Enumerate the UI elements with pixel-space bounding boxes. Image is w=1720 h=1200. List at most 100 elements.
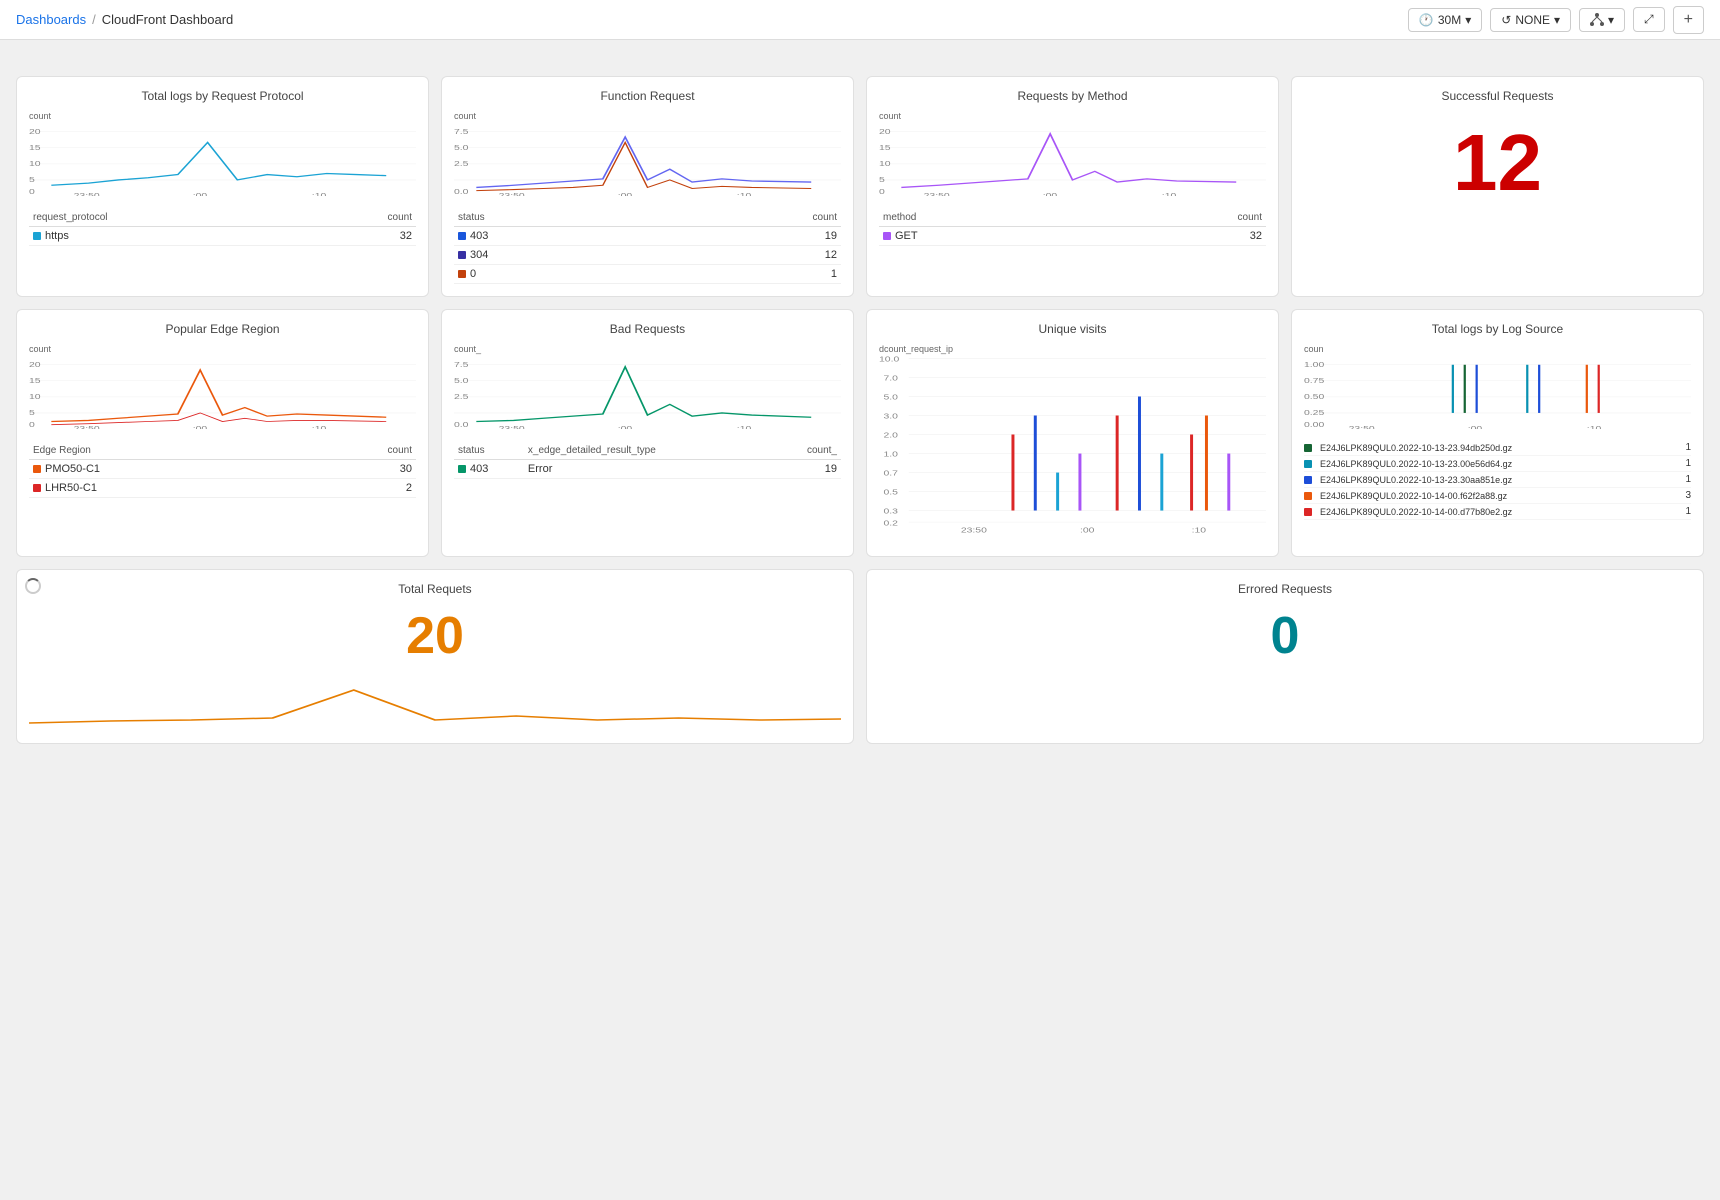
svg-text:15: 15: [29, 376, 41, 384]
svg-text::00: :00: [193, 192, 207, 196]
log-source-count-1: 1: [1685, 442, 1691, 453]
log-source-table: E24J6LPK89QUL0.2022-10-13-23.94db250d.gz…: [1304, 440, 1691, 520]
header-controls: 🕐 30M ▾ ↺ NONE ▾ ▾ ⤢ +: [1408, 6, 1704, 34]
chart-svg-bad: 7.5 5.0 2.5 0.0 23:50 :00 :10: [454, 354, 841, 429]
count-0: 1: [664, 265, 841, 284]
y-label-method: count: [879, 111, 901, 121]
chart-svg-method: 20 15 10 5 0 23:50 :00 :10: [879, 121, 1266, 196]
topology-button[interactable]: ▾: [1579, 8, 1625, 32]
main-content: Total logs by Request Protocol count 20 …: [0, 40, 1720, 772]
svg-text::00: :00: [618, 192, 632, 196]
log-source-name-2: E24J6LPK89QUL0.2022-10-13-23.00e56d64.gz: [1304, 459, 1512, 469]
panel-title-errored: Errored Requests: [879, 582, 1691, 596]
y-label-bad: count_: [454, 344, 481, 354]
y-label-edge: count: [29, 344, 51, 354]
svg-text:5.0: 5.0: [883, 393, 897, 401]
col-header-bad-result: x_edge_detailed_result_type: [524, 442, 772, 460]
col-header-bad-status: status: [454, 442, 524, 460]
table-method: method count GET 32: [879, 209, 1266, 246]
breadcrumb-parent[interactable]: Dashboards: [16, 12, 86, 27]
refresh-icon: ↺: [1501, 13, 1511, 27]
breadcrumb-separator: /: [92, 12, 96, 27]
svg-text:0: 0: [29, 420, 35, 428]
svg-text::10: :10: [312, 425, 326, 429]
svg-text:10: 10: [29, 159, 41, 167]
chart-function: count 7.5 5.0 2.5 0.0 23:50 :00 :: [454, 111, 841, 201]
table-row: 403 19: [454, 227, 841, 246]
none-label: NONE: [1515, 13, 1550, 27]
count-get: 32: [1099, 227, 1266, 246]
status-0: 0: [454, 265, 664, 284]
chevron-down-icon-2: ▾: [1554, 13, 1560, 27]
count-403: 19: [664, 227, 841, 246]
svg-text:0: 0: [29, 187, 35, 195]
row-2: Popular Edge Region count 20 15 10 5 0: [16, 309, 1704, 557]
log-source-row: E24J6LPK89QUL0.2022-10-13-23.94db250d.gz…: [1304, 440, 1691, 456]
chart-svg-edge: 20 15 10 5 0 23:50 :00 :10: [29, 354, 416, 429]
table-row: PMO50-C1 30: [29, 460, 416, 479]
time-range-button[interactable]: 🕐 30M ▾: [1408, 8, 1482, 32]
svg-text:0.50: 0.50: [1304, 392, 1324, 400]
svg-text:20: 20: [879, 127, 891, 135]
svg-text:10: 10: [879, 159, 891, 167]
count-lhr50: 2: [299, 479, 416, 498]
svg-text::00: :00: [1080, 526, 1094, 534]
panel-title-protocol: Total logs by Request Protocol: [29, 89, 416, 103]
svg-text:23:50: 23:50: [74, 192, 100, 196]
chart-svg-protocol: 20 15 10 5 0 23:50 :00 :10: [29, 121, 416, 196]
y-label-function: count: [454, 111, 476, 121]
chart-svg-function: 7.5 5.0 2.5 0.0 23:50 :00 :10: [454, 121, 841, 196]
bad-status-403: 403: [454, 460, 524, 479]
protocol-label: https: [29, 227, 307, 246]
none-button[interactable]: ↺ NONE ▾: [1490, 8, 1571, 32]
panel-total-requests: Total Requets 20: [16, 569, 854, 744]
col-header-status: status: [454, 209, 664, 227]
panel-title-unique: Unique visits: [879, 322, 1266, 336]
log-source-count-3: 1: [1685, 474, 1691, 485]
col-header-method: method: [879, 209, 1099, 227]
svg-text:5: 5: [879, 175, 885, 183]
svg-text:15: 15: [879, 143, 891, 151]
table-row: https 32: [29, 227, 416, 246]
svg-text:10.0: 10.0: [879, 355, 899, 363]
chart-svg-log-source: 1.00 0.75 0.50 0.25 0.00 23:50 :00 :10: [1304, 354, 1691, 429]
log-source-name-1: E24J6LPK89QUL0.2022-10-13-23.94db250d.gz: [1304, 443, 1512, 453]
svg-text::10: :10: [312, 192, 326, 196]
fullscreen-button[interactable]: ⤢: [1633, 7, 1665, 32]
total-requests-value: 20: [29, 606, 841, 666]
log-source-count-4: 3: [1685, 490, 1691, 501]
protocol-count: 32: [307, 227, 416, 246]
svg-text:0: 0: [879, 187, 885, 195]
svg-text:0.25: 0.25: [1304, 408, 1324, 416]
add-button[interactable]: +: [1673, 6, 1704, 34]
log-source-label-1: E24J6LPK89QUL0.2022-10-13-23.94db250d.gz: [1320, 443, 1512, 453]
svg-text:0.00: 0.00: [1304, 420, 1324, 428]
table-function: status count 403 19 304 12 0 1: [454, 209, 841, 284]
svg-text::10: :10: [1192, 526, 1206, 534]
svg-text:23:50: 23:50: [1349, 425, 1375, 429]
chevron-down-icon: ▾: [1465, 13, 1471, 27]
log-source-count-2: 1: [1685, 458, 1691, 469]
svg-text::00: :00: [1468, 425, 1482, 429]
svg-text:7.0: 7.0: [883, 374, 897, 382]
panel-title-edge: Popular Edge Region: [29, 322, 416, 336]
col-header-count-fn: count: [664, 209, 841, 227]
edge-pmo50: PMO50-C1: [29, 460, 299, 479]
log-source-row: E24J6LPK89QUL0.2022-10-13-23.30aa851e.gz…: [1304, 472, 1691, 488]
chart-svg-total-req: [29, 678, 841, 728]
bad-result-error: Error: [524, 460, 772, 479]
svg-text:7.5: 7.5: [454, 360, 468, 368]
table-bad: status x_edge_detailed_result_type count…: [454, 442, 841, 479]
svg-text:0.0: 0.0: [454, 420, 468, 428]
svg-text:3.0: 3.0: [883, 412, 897, 420]
svg-text:0.2: 0.2: [883, 519, 897, 527]
col-header-count-edge: count: [299, 442, 416, 460]
svg-text:0.0: 0.0: [454, 187, 468, 195]
topology-icon: [1590, 13, 1604, 27]
panel-errored-requests: Errored Requests 0: [866, 569, 1704, 744]
panel-edge-region: Popular Edge Region count 20 15 10 5 0: [16, 309, 429, 557]
log-source-name-4: E24J6LPK89QUL0.2022-10-14-00.f62f2a88.gz: [1304, 491, 1507, 501]
svg-text:23:50: 23:50: [961, 526, 987, 534]
errored-requests-value: 0: [879, 606, 1691, 666]
panel-bad-requests: Bad Requests count_ 7.5 5.0 2.5 0.0 23:5…: [441, 309, 854, 557]
